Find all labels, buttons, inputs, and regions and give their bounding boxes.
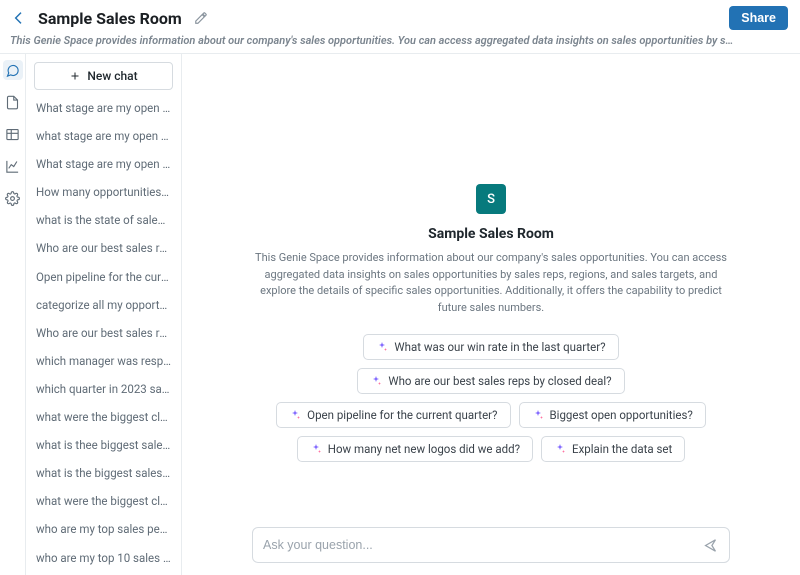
chat-icon[interactable] (3, 60, 23, 80)
question-input-bar (252, 527, 730, 563)
share-button[interactable]: Share (729, 6, 788, 30)
history-item[interactable]: which manager was responsible … (26, 347, 181, 375)
history-item[interactable]: What stage are my open opport… (26, 94, 181, 122)
suggestion-label: How many net new logos did we add? (328, 442, 520, 456)
chat-history-panel: New chat What stage are my open opport…w… (26, 54, 182, 575)
space-avatar: S (476, 184, 506, 214)
history-item[interactable]: what were the biggest closed de… (26, 403, 181, 431)
chart-icon[interactable] (3, 156, 23, 176)
back-arrow-icon[interactable] (10, 9, 28, 27)
main-panel: S Sample Sales Room This Genie Space pro… (182, 54, 800, 575)
history-item[interactable]: who are my top sales people all … (26, 515, 181, 543)
suggestion-label: Biggest open opportunities? (550, 408, 693, 422)
suggestion-label: Who are our best sales reps by closed de… (388, 374, 611, 388)
history-item[interactable]: who are my top 10 sales people … (26, 544, 181, 572)
suggestion-label: What was our win rate in the last quarte… (394, 340, 605, 354)
suggestion-chip[interactable]: How many net new logos did we add? (297, 436, 533, 462)
suggestion-label: Open pipeline for the current quarter? (307, 408, 497, 422)
history-item[interactable]: what is the biggest sales opport… (26, 459, 181, 487)
document-icon[interactable] (3, 92, 23, 112)
history-item[interactable]: what is thee biggest sales oppor… (26, 431, 181, 459)
suggestion-chip[interactable]: Open pipeline for the current quarter? (276, 402, 510, 428)
history-list: What stage are my open opport…what stage… (26, 94, 181, 575)
suggestion-chip[interactable]: Explain the data set (541, 436, 685, 462)
new-chat-button[interactable]: New chat (34, 62, 173, 90)
table-icon[interactable] (3, 124, 23, 144)
history-item[interactable]: How many opportunities are in e… (26, 178, 181, 206)
history-item[interactable]: what is the state of sales pipeline? (26, 206, 181, 234)
history-item[interactable]: what stage are my open opportu… (26, 122, 181, 150)
history-item[interactable]: categorize all my opportunities … (26, 291, 181, 319)
suggestion-chip[interactable]: What was our win rate in the last quarte… (363, 334, 618, 360)
settings-icon[interactable] (3, 188, 23, 208)
question-input[interactable] (263, 538, 702, 552)
history-item[interactable]: What stage are my open opport… (26, 150, 181, 178)
edit-icon[interactable] (194, 11, 208, 25)
suggestion-list: What was our win rate in the last quarte… (276, 334, 706, 462)
welcome-title: Sample Sales Room (428, 226, 554, 242)
history-item[interactable]: Who are our best sales reps by … (26, 234, 181, 262)
history-item[interactable]: Who are our best sales reps by … (26, 319, 181, 347)
send-icon[interactable] (702, 537, 719, 554)
history-item[interactable]: which quarter in 2023 saw the … (26, 375, 181, 403)
history-item[interactable]: what were the biggest closed de… (26, 487, 181, 515)
new-chat-label: New chat (87, 69, 137, 83)
suggestion-label: Explain the data set (572, 442, 672, 456)
left-icon-rail (0, 54, 26, 575)
page-title: Sample Sales Room (38, 9, 182, 28)
suggestion-chip[interactable]: Who are our best sales reps by closed de… (357, 368, 624, 394)
suggestion-chip[interactable]: Biggest open opportunities? (519, 402, 706, 428)
history-item[interactable]: who are all my sales people man… (26, 572, 181, 575)
welcome-description: This Genie Space provides information ab… (251, 250, 731, 316)
space-description-truncated: This Genie Space provides information ab… (0, 32, 800, 54)
history-item[interactable]: Open pipeline for the current qu… (26, 263, 181, 291)
